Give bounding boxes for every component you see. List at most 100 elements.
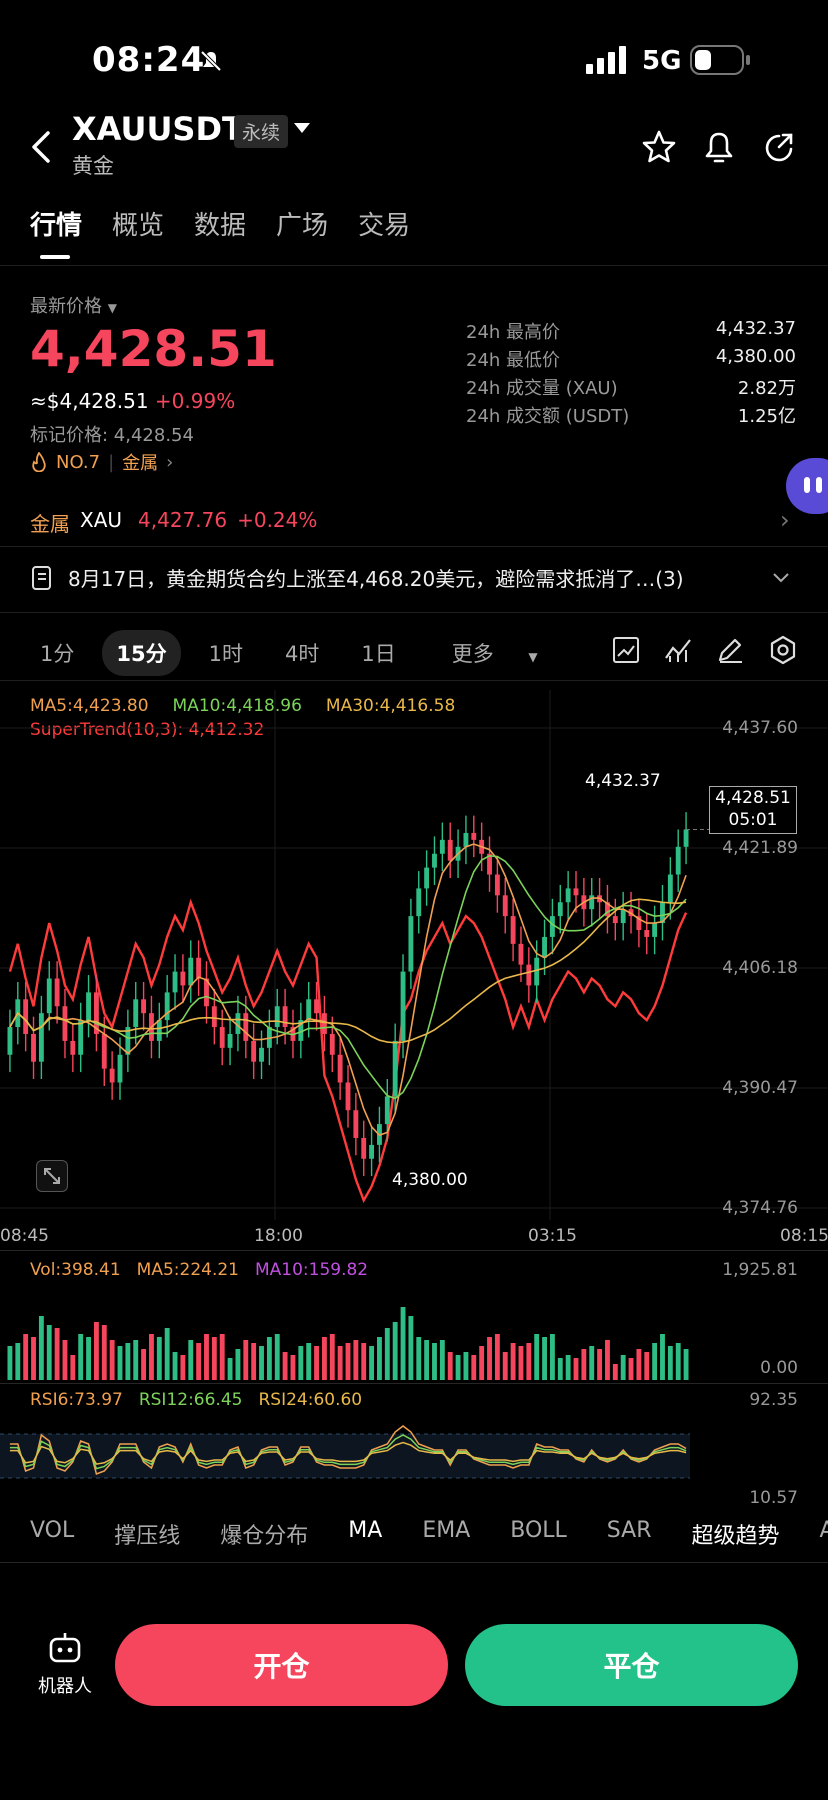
close-position-button[interactable]: 平仓 [465, 1624, 798, 1706]
index-price: 4,427.76 [138, 508, 228, 532]
legend-rsi6: RSI6:73.97 [30, 1390, 123, 1410]
last-price: 4,428.51 [30, 320, 277, 378]
symbol-title[interactable]: XAUUSDT [72, 110, 244, 148]
volume-bar [377, 1337, 382, 1380]
latest-price-label[interactable]: 最新价格 ▼ [30, 292, 117, 318]
stat-volume: 24h 成交量 (XAU) 2.82万 [466, 378, 796, 399]
volume-bar [164, 1328, 170, 1380]
candle-body [86, 992, 91, 1021]
candle-body [109, 1068, 115, 1083]
assistant-bubble[interactable] [786, 458, 828, 514]
volume-bar [652, 1343, 658, 1380]
low-label: 4,380.00 [392, 1170, 468, 1190]
indicator-icon[interactable] [664, 636, 692, 664]
ind-boll[interactable]: BOLL [510, 1518, 567, 1550]
candle-body [353, 1110, 359, 1138]
ind-liquidation[interactable]: 爆仓分布 [220, 1518, 308, 1550]
volume-bar [573, 1358, 579, 1380]
chart-type-icon[interactable] [612, 636, 640, 664]
ma10-line [9, 855, 687, 1100]
tab-overview[interactable]: 概览 [112, 205, 164, 245]
category: 金属 [122, 453, 159, 474]
robot-icon [49, 1633, 81, 1663]
candle-body [471, 832, 477, 840]
tab-trade[interactable]: 交易 [358, 205, 410, 245]
draw-pencil-icon[interactable] [716, 636, 744, 664]
fullscreen-button[interactable] [36, 1160, 68, 1192]
volume-bar [384, 1328, 390, 1380]
tf-1h[interactable]: 1时 [195, 630, 257, 676]
volume-bar [70, 1355, 76, 1380]
volume-bar [463, 1352, 469, 1380]
alert-bell-icon[interactable] [702, 130, 736, 166]
candle-body [259, 1047, 264, 1062]
ind-supertrend[interactable]: 超级趋势 [692, 1518, 780, 1550]
candle-body [7, 1027, 13, 1055]
candle-body [542, 936, 547, 958]
symbol-dropdown-icon[interactable] [294, 123, 310, 135]
volume-bar [612, 1364, 618, 1380]
favorite-star-icon[interactable] [642, 130, 676, 164]
tf-1m[interactable]: 1分 [26, 630, 88, 676]
volume-bar [597, 1349, 603, 1380]
symbol-subtitle: 黄金 [72, 154, 114, 178]
candle-body [416, 888, 422, 917]
back-arrow-icon[interactable] [30, 130, 52, 164]
candle-body [463, 832, 469, 847]
tf-more[interactable]: 更多 ▼ [424, 630, 566, 676]
volume-bar [502, 1352, 508, 1380]
candle-body [612, 916, 618, 924]
index-row[interactable]: 金属 XAU 4,427.76 +0.24% [30, 508, 317, 537]
volume-bar [337, 1346, 343, 1380]
assistant-eye [804, 477, 810, 493]
legend-vol-ma10: MA10:159.82 [254, 1260, 369, 1280]
volume-bar [644, 1352, 650, 1380]
candle-body [447, 839, 453, 861]
stat-turnover: 24h 成交额 (USDT) 1.25亿 [466, 406, 796, 427]
tf-4h[interactable]: 4时 [271, 630, 333, 676]
rank-row[interactable]: NO.7 | 金属 › [30, 449, 173, 475]
candlestick-chart[interactable] [0, 690, 828, 1220]
ind-support[interactable]: 撑压线 [114, 1518, 180, 1550]
candle-body [337, 1054, 343, 1083]
volume-bar [172, 1352, 178, 1380]
divider [0, 1250, 828, 1251]
tf-1d[interactable]: 1日 [347, 630, 409, 676]
ind-ma[interactable]: MA [348, 1518, 382, 1550]
ind-ema[interactable]: EMA [422, 1518, 470, 1550]
candle-body [314, 999, 319, 1014]
volume-bar [54, 1328, 60, 1380]
volume-bar [180, 1355, 186, 1380]
candle-body [219, 1027, 225, 1048]
index-chevron-icon[interactable]: › [780, 506, 790, 534]
tab-square[interactable]: 广场 [276, 205, 328, 245]
volume-bar [400, 1307, 406, 1380]
robot-button[interactable]: 机器人 [30, 1630, 100, 1698]
candle-body [534, 957, 540, 986]
index-change: +0.24% [237, 508, 318, 532]
volume-bar [219, 1334, 225, 1380]
candle-body [156, 1020, 162, 1041]
volume-bar [62, 1340, 68, 1380]
ind-avl[interactable]: AVL [820, 1518, 828, 1550]
news-ticker[interactable]: 8月17日，黄金期货合约上涨至4,468.20美元，避险需求抵消了…(3) [30, 563, 800, 592]
volume-bar [432, 1343, 437, 1380]
volume-bar [235, 1349, 241, 1380]
chevron-down-icon[interactable] [772, 572, 790, 584]
volume-bar [329, 1334, 335, 1380]
share-icon[interactable] [762, 131, 796, 165]
y-tick: 4,406.18 [722, 958, 798, 978]
volume-bar [581, 1349, 587, 1380]
candle-body [188, 957, 194, 986]
ind-vol[interactable]: VOL [30, 1518, 74, 1550]
open-position-button[interactable]: 开仓 [115, 1624, 448, 1706]
volume-bar [196, 1343, 202, 1380]
volume-bar [683, 1349, 689, 1380]
tf-15m[interactable]: 15分 [102, 630, 181, 676]
tab-data[interactable]: 数据 [194, 205, 246, 245]
ind-sar[interactable]: SAR [607, 1518, 652, 1550]
settings-gear-icon[interactable] [768, 635, 798, 665]
tab-market[interactable]: 行情 [30, 205, 82, 259]
volume-bar [204, 1334, 209, 1380]
volume-bar [471, 1355, 477, 1380]
